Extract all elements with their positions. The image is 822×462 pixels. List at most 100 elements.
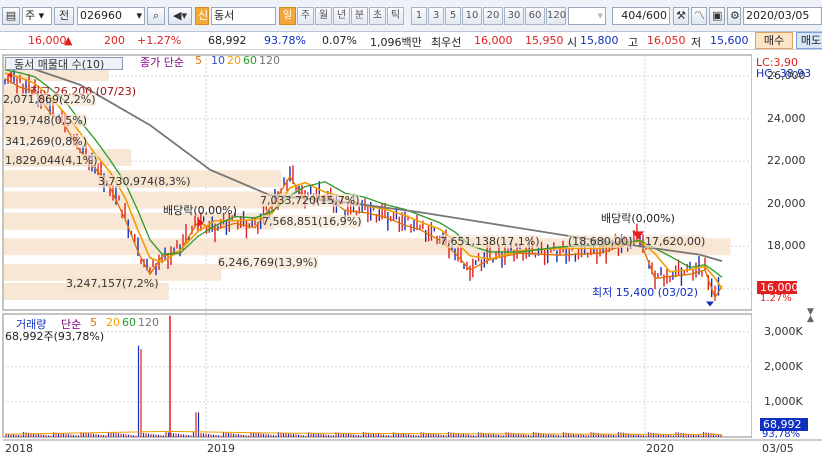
count-value: 404	[621, 9, 643, 22]
quote-change: 200	[104, 34, 125, 47]
gear-icon[interactable]: ⚙	[727, 7, 741, 25]
ma-legend-120: 120	[259, 54, 280, 67]
tick-button-120[interactable]: 120	[546, 7, 566, 25]
tick-button-3[interactable]: 3	[428, 7, 444, 25]
volume-profile-label-6: 7,568,851(16,9%)	[262, 215, 362, 228]
quote-up-icon: ▲	[64, 34, 73, 47]
tick-button-10[interactable]: 10	[462, 7, 482, 25]
volume-profile-label-2: 341,269(0,8%)	[5, 135, 88, 148]
chart-canvas[interactable]	[0, 50, 822, 459]
quote-amount: 1,096백만	[370, 36, 422, 49]
code-value: 026960	[80, 9, 122, 22]
quote-price: 16,000	[28, 34, 67, 47]
volume-profile-bar-6	[4, 191, 304, 209]
price-axis-label-4: 18,000	[767, 239, 806, 253]
volume-axis-label-0: 3,000K	[764, 324, 803, 338]
ma-legend-10: 10	[211, 54, 225, 67]
volume-last-pct: 93,78%	[762, 429, 801, 440]
menu-icon[interactable]: ▤	[2, 7, 20, 25]
period-tab-4[interactable]: 분	[351, 7, 368, 25]
toolbar: ▤ 주 ▾ 전 026960 ▾ ⌕ ◀▾ 신 동서 일 주 월 년 분 초 틱 1 3 5 10 20…	[0, 0, 822, 32]
low-note: 최저 15,400 (03/02)	[592, 286, 699, 299]
vol-ma-legend-60: 60	[122, 316, 136, 329]
x-axis-label-3: 03/05	[762, 442, 794, 455]
jeon-button[interactable]: 전	[54, 7, 74, 25]
period-tab-1[interactable]: 주	[297, 7, 314, 25]
stock-name-field[interactable]: 동서	[211, 7, 276, 25]
volume-profile-label-10: (18,680,00)	[568, 235, 633, 248]
x-axis-label-0: 2018	[5, 442, 33, 455]
tick-button-1[interactable]: 1	[411, 7, 427, 25]
period-tab-5[interactable]: 초	[369, 7, 386, 25]
volume-profile-label-11: 17,620,00)	[645, 235, 706, 248]
volume-last-note: 68,992주(93,78%)	[5, 330, 105, 343]
sell-button[interactable]: 매도	[796, 32, 822, 49]
quote-bar: 16,000 ▲ 200 +1.27% 68,992 93.78% 0.07% …	[0, 32, 822, 50]
volume-profile-label-1: 219,748(0,5%)	[5, 114, 88, 127]
x-axis-label-2: 2020	[646, 442, 674, 455]
open-label: 시	[567, 36, 578, 49]
scroll-up-icon: ▲	[807, 314, 814, 324]
ma-legend-title: 종가 단순	[140, 56, 184, 69]
tick-button-30[interactable]: 30	[504, 7, 524, 25]
blank-combo[interactable]: ▾	[568, 7, 606, 25]
volume-profile-label-8: 6,246,769(13,9%)	[218, 256, 318, 269]
buy-button[interactable]: 매수	[755, 32, 793, 49]
period-tab-6[interactable]: 틱	[387, 7, 404, 25]
ma-legend-60: 60	[243, 54, 257, 67]
volume-profile-label-7: 7,651,138(17,1%)	[440, 235, 540, 248]
quote-change-pct: +1.27%	[137, 34, 182, 47]
count-field[interactable]: 404/600	[612, 7, 670, 25]
dividend-note-1: 배당락(0,00%)	[163, 204, 237, 217]
price-axis-label-3: 20,000	[767, 196, 806, 210]
best-ask-label: 최우선	[431, 36, 462, 49]
save-icon[interactable]: ▣	[709, 7, 725, 25]
volume-panel-frame	[2, 313, 753, 438]
count-total: /600	[642, 9, 667, 22]
dividend-note-2: 배당락(0,00%)	[601, 212, 675, 225]
period-tab-0[interactable]: 일	[279, 7, 296, 25]
low-label: 저	[691, 36, 702, 49]
type-select[interactable]: 주 ▾	[22, 7, 52, 25]
code-input[interactable]: 026960 ▾	[77, 7, 145, 25]
quote-volume: 68,992	[208, 34, 247, 47]
price-legend-title: 동서 매물대 수(10)	[14, 58, 105, 71]
volume-profile-label-9: 3,247,157(7,2%)	[66, 277, 159, 290]
low-price: 15,600	[710, 34, 749, 47]
price-axis-label-1: 24,000	[767, 111, 806, 125]
open-price: 15,800	[580, 34, 619, 47]
volume-profile-label-4: 3,730,974(8,3%)	[98, 175, 191, 188]
line-chart-icon[interactable]: 〽	[691, 7, 707, 25]
volume-profile-label-0: 2,071,869(2,2%)	[3, 93, 96, 106]
ma-legend-20: 20	[227, 54, 241, 67]
credit-badge: 신	[195, 7, 209, 25]
last-pct-tag: 1.27%	[760, 292, 792, 304]
tick-button-60[interactable]: 60	[525, 7, 545, 25]
chart-area[interactable]: 동서 매물대 수(10) 종가 단순 5 10 20 60 120 LC:3,90 HC:-38…	[0, 50, 822, 459]
quote-turnover: 0.07%	[322, 34, 357, 47]
period-tab-3[interactable]: 년	[333, 7, 350, 25]
quote-vol-ratio: 93.78%	[264, 34, 306, 47]
type-select-value: 주	[25, 9, 36, 22]
volume-profile-label-5: 7,033,720(15,7%)	[260, 194, 360, 207]
x-axis-label-1: 2019	[207, 442, 235, 455]
volume-axis-label-1: 2,000K	[764, 359, 803, 373]
period-tab-2[interactable]: 월	[315, 7, 332, 25]
high-price: 16,050	[647, 34, 686, 47]
search-icon[interactable]: ⌕	[147, 7, 165, 25]
vol-ma-legend-20: 20	[106, 316, 120, 329]
best-ask: 16,000	[474, 34, 513, 47]
ma-legend-5: 5	[195, 54, 202, 67]
volume-profile-label-3: 1,829,044(4,1%)	[5, 154, 98, 167]
date-field[interactable]: 2020/03/05	[743, 7, 822, 25]
price-axis-label-0: 26,000	[767, 69, 806, 83]
speaker-icon[interactable]: ◀▾	[168, 7, 192, 25]
volume-axis-label-2: 1,000K	[764, 394, 803, 408]
vol-ma-legend-120: 120	[138, 316, 159, 329]
tick-button-5[interactable]: 5	[445, 7, 461, 25]
best-bid: 15,950	[525, 34, 564, 47]
tick-button-20[interactable]: 20	[483, 7, 503, 25]
high-label: 고	[628, 36, 639, 49]
price-axis-label-2: 22,000	[767, 154, 806, 168]
chart-tool-icon[interactable]: ⚒	[673, 7, 689, 25]
